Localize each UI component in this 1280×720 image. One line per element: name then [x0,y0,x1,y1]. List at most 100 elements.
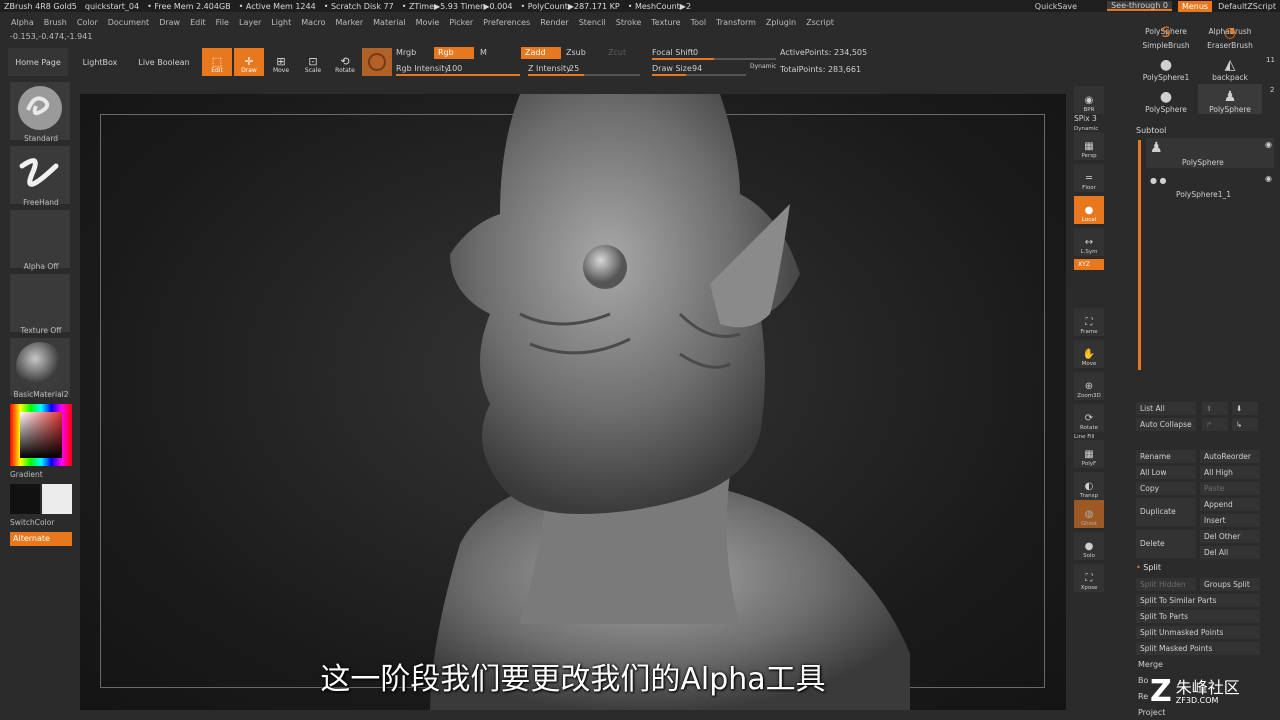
menu-edit[interactable]: Edit [185,18,211,27]
menu-document[interactable]: Document [103,18,154,27]
split-hidden-button[interactable]: Split Hidden [1136,578,1196,591]
local-button[interactable]: ● Local [1074,196,1104,224]
del-other-button[interactable]: Del Other [1200,530,1260,543]
menu-transform[interactable]: Transform [711,18,761,27]
rgb-intensity-slider[interactable] [396,74,520,76]
eye-icon[interactable]: ◉ [1265,174,1272,183]
lsym-button[interactable]: ↔ L.Sym [1074,228,1104,256]
subtool-item-polysphere[interactable]: ♟ PolySphere ◉ [1146,138,1274,168]
zcut-button[interactable]: Zcut [608,48,626,57]
tool-simplebrush[interactable]: S SimpleBrush [1134,20,1198,50]
rotate-view-button[interactable]: ⟳ Rotate [1074,404,1104,432]
secondary-color-swatch[interactable] [10,484,40,514]
subtool-scrollbar[interactable] [1138,140,1141,370]
menu-file[interactable]: File [211,18,234,27]
alpha-selector[interactable] [10,210,70,268]
tool-eraserbrush[interactable]: ◔ EraserBrush [1198,20,1262,50]
gradient-label[interactable]: Gradient [10,470,72,479]
tool-polysphere1[interactable]: ● PolySphere1 [1134,52,1198,82]
menu-marker[interactable]: Marker [330,18,368,27]
move-up-icon[interactable]: ⬆ [1202,402,1228,415]
rename-button[interactable]: Rename [1136,450,1196,463]
all-high-button[interactable]: All High [1200,466,1260,479]
menu-texture[interactable]: Texture [646,18,685,27]
duplicate-button[interactable]: Duplicate [1136,498,1196,526]
list-all-button[interactable]: List All [1136,402,1196,415]
menu-movie[interactable]: Movie [411,18,445,27]
zadd-button[interactable]: Zadd [521,47,561,59]
bpr-button[interactable]: ◉ BPR [1074,86,1104,114]
arrow-down-right-icon[interactable]: ↳ [1232,418,1258,431]
material-selector[interactable] [10,338,70,396]
frame-button[interactable]: ⛶ Frame [1074,308,1104,336]
rotate-button[interactable]: ⟲ Rotate [330,48,360,76]
xpose-button[interactable]: ⛶ Xpose [1074,564,1104,592]
del-all-button[interactable]: Del All [1200,546,1260,559]
menu-color[interactable]: Color [72,18,103,27]
insert-button[interactable]: Insert [1200,514,1260,527]
menu-alpha[interactable]: Alpha [6,18,39,27]
rgb-button[interactable]: Rgb [434,47,474,59]
auto-collapse-button[interactable]: Auto Collapse [1136,418,1196,431]
tool-polysphere-current[interactable]: ♟ PolySphere [1198,84,1262,114]
switchcolor-button[interactable]: SwitchColor [10,518,72,527]
merge-section[interactable]: Merge [1138,660,1163,669]
edit-button[interactable]: ⬚ Edit [202,48,232,76]
tool-backpack[interactable]: ◭ backpack [1198,52,1262,82]
floor-button[interactable]: ═ Floor [1074,164,1104,192]
lightbox-button[interactable]: LightBox [72,48,128,76]
zsub-button[interactable]: Zsub [566,48,586,57]
eye-icon[interactable]: ◉ [1265,140,1272,149]
scale-button[interactable]: ⊡ Scale [298,48,328,76]
material-ball-icon[interactable] [362,48,392,76]
draw-button[interactable]: ✛ Draw [234,48,264,76]
spix-slider[interactable]: SPix 3 [1074,114,1097,123]
menu-zscript[interactable]: Zscript [801,18,839,27]
tool-polysphere[interactable]: ● PolySphere [1134,84,1198,114]
texture-selector[interactable] [10,274,70,332]
ghost-button[interactable]: ◍ Ghost [1074,500,1104,528]
quicksave-button[interactable]: QuickSave [1035,2,1077,11]
groups-split-button[interactable]: Groups Split [1200,578,1260,591]
menu-tool[interactable]: Tool [686,18,712,27]
split-similar-parts-button[interactable]: Split To Similar Parts [1136,594,1260,607]
split-masked-button[interactable]: Split Masked Points [1136,642,1260,655]
menu-brush[interactable]: Brush [39,18,72,27]
solo-button[interactable]: ● Solo [1074,532,1104,560]
split-section-header[interactable]: • Split [1136,563,1161,572]
move-down-icon[interactable]: ⬇ [1232,402,1258,415]
subtool-header[interactable]: Subtool [1136,126,1166,135]
boolean-section[interactable]: Bo [1138,676,1148,685]
menu-zplugin[interactable]: Zplugin [761,18,801,27]
copy-button[interactable]: Copy [1136,482,1196,495]
subtool-item-polysphere1-1[interactable]: ● ● PolySphere1_1 ◉ [1146,172,1274,202]
menu-stroke[interactable]: Stroke [611,18,647,27]
brush-selector[interactable] [10,82,70,140]
menu-layer[interactable]: Layer [234,18,266,27]
stroke-selector[interactable] [10,146,70,204]
alternate-button[interactable]: Alternate [10,532,72,546]
z-intensity-slider[interactable] [528,74,640,76]
append-button[interactable]: Append [1200,498,1260,511]
menu-draw[interactable]: Draw [154,18,185,27]
all-low-button[interactable]: All Low [1136,466,1196,479]
delete-button[interactable]: Delete [1136,530,1196,558]
main-color-swatch[interactable] [42,484,72,514]
menu-light[interactable]: Light [266,18,296,27]
home-page-button[interactable]: Home Page [8,48,68,76]
draw-size-slider[interactable] [652,74,746,76]
split-unmasked-button[interactable]: Split Unmasked Points [1136,626,1260,639]
project-section[interactable]: Project [1138,708,1165,717]
split-to-parts-button[interactable]: Split To Parts [1136,610,1260,623]
menu-macro[interactable]: Macro [296,18,330,27]
viewport-canvas[interactable]: 这一阶段我们要更改我们的Alpha工具 [80,94,1066,710]
move-view-button[interactable]: ✋ Move [1074,340,1104,368]
zoom3d-button[interactable]: ⊕ Zoom3D [1074,372,1104,400]
menu-render[interactable]: Render [535,18,573,27]
focal-shift-slider[interactable] [652,58,776,60]
move-button[interactable]: ⊞ Move [266,48,296,76]
menu-preferences[interactable]: Preferences [478,18,535,27]
xyz-button[interactable]: XYZ [1074,259,1104,270]
remesh-section[interactable]: Re [1138,692,1148,701]
arrow-up-right-icon[interactable]: ↱ [1202,418,1228,431]
